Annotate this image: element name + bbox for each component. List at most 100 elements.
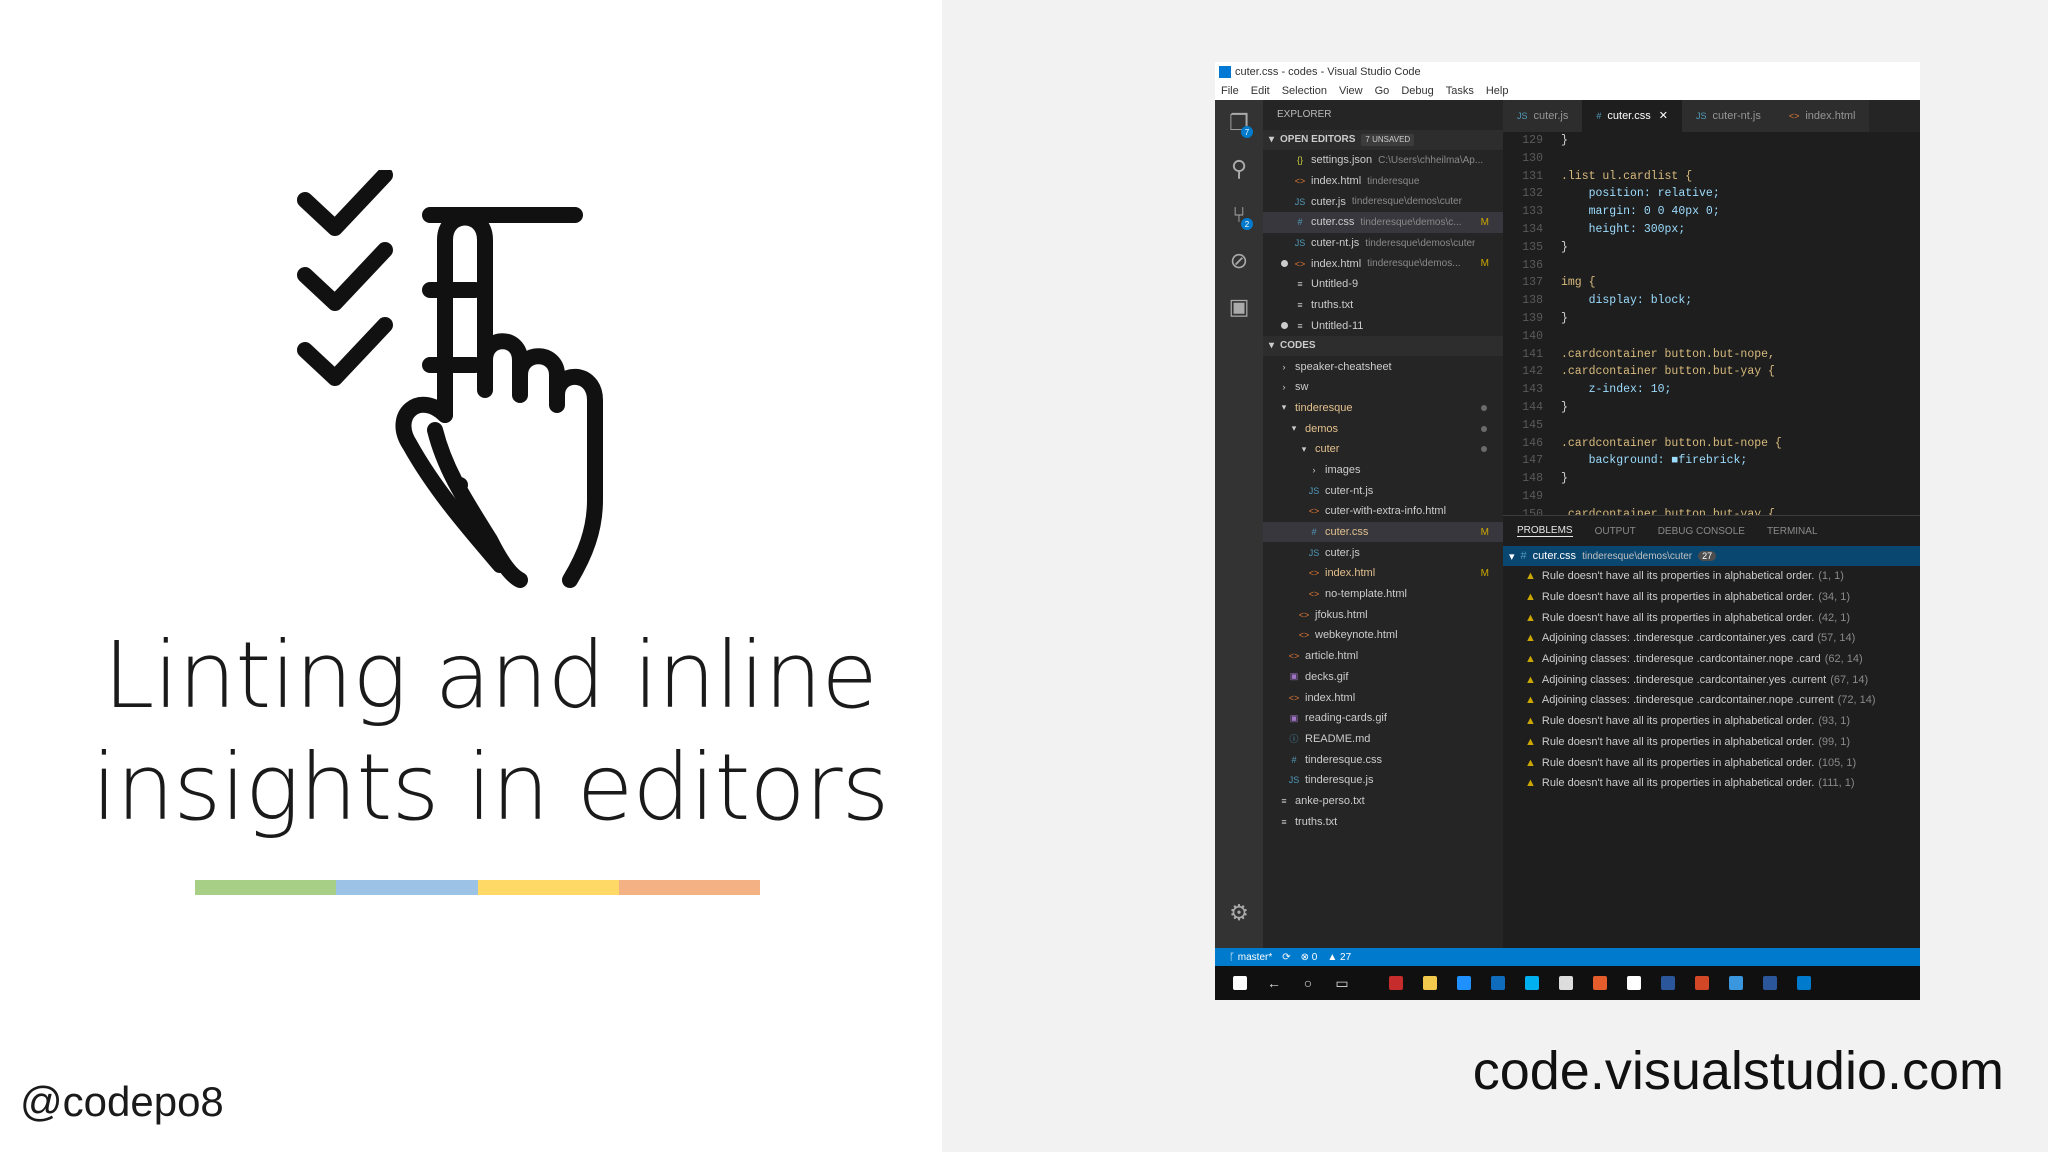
file-type-icon: # <box>1297 217 1303 228</box>
tree-item[interactable]: ▾ demos <box>1263 418 1503 439</box>
line-text: margin: 0 0 40px 0; <box>1561 205 1720 219</box>
file-name: sw <box>1295 381 1309 394</box>
tree-item[interactable]: JS tinderesque.js <box>1263 770 1503 791</box>
windows-start-icon[interactable] <box>1223 966 1257 1000</box>
app-icon-2[interactable] <box>1549 966 1583 1000</box>
app-icon-3[interactable] <box>1583 966 1617 1000</box>
menu-selection[interactable]: Selection <box>1282 85 1327 97</box>
tree-item[interactable]: <> webkeynote.html <box>1263 625 1503 646</box>
twitter-handle: @codepo8 <box>20 1078 224 1125</box>
tree-item[interactable]: JS cuter-nt.js <box>1263 480 1503 501</box>
tree-item[interactable]: <> index.html M <box>1263 563 1503 584</box>
editor-tab[interactable]: # cuter.css ✕ <box>1582 100 1683 132</box>
open-editor-item[interactable]: ≡ truths.txt <box>1263 295 1503 316</box>
tree-item[interactable]: <> jfokus.html <box>1263 604 1503 625</box>
codes-folder-header[interactable]: ▾ CODES <box>1263 336 1503 357</box>
app-icon-1[interactable] <box>1379 966 1413 1000</box>
problem-file-row[interactable]: ▾ # cuter.css tinderesque\demos\cuter 27 <box>1503 546 1920 566</box>
menu-view[interactable]: View <box>1339 85 1363 97</box>
problem-item[interactable]: ▲ Adjoining classes: .tinderesque .cardco… <box>1503 649 1920 670</box>
menu-debug[interactable]: Debug <box>1401 85 1433 97</box>
open-editor-item[interactable]: <> index.html tinderesque\demos... M <box>1263 253 1503 274</box>
branch-icon: ᚴ <box>1229 951 1238 963</box>
tree-item[interactable]: # cuter.css M <box>1263 521 1503 543</box>
open-editor-item[interactable]: <> index.html tinderesque <box>1263 171 1503 192</box>
file-type-icon: ≡ <box>1297 320 1303 331</box>
activity-files[interactable]: ❐ 7 <box>1215 100 1263 146</box>
tree-item[interactable]: ≡ anke-perso.txt <box>1263 791 1503 812</box>
explorer-icon[interactable] <box>1413 966 1447 1000</box>
tree-item[interactable]: ▾ cuter <box>1263 439 1503 460</box>
tree-item[interactable]: ▣ reading-cards.gif <box>1263 708 1503 729</box>
problem-item[interactable]: ▲ Rule doesn't have all its properties in… <box>1503 732 1920 753</box>
problem-item[interactable]: ▲ Adjoining classes: .tinderesque .cardco… <box>1503 628 1920 649</box>
tree-item[interactable]: # tinderesque.css <box>1263 749 1503 770</box>
cortana-icon[interactable]: ○ <box>1291 966 1325 1000</box>
open-editor-item[interactable]: # cuter.css tinderesque\demos\c... M <box>1263 212 1503 233</box>
warning-count[interactable]: ▲ 27 <box>1327 952 1351 963</box>
branch-status[interactable]: ᚴ master* <box>1229 952 1272 963</box>
problem-item[interactable]: ▲ Rule doesn't have all its properties in… <box>1503 607 1920 628</box>
panel-tab-output[interactable]: OUTPUT <box>1595 526 1636 537</box>
line-number: 136 <box>1522 258 1543 272</box>
open-editor-item[interactable]: JS cuter-nt.js tinderesque\demos\cuter <box>1263 233 1503 254</box>
problem-item[interactable]: ▲ Rule doesn't have all its properties in… <box>1503 587 1920 608</box>
open-editor-item[interactable]: {} settings.json C:\Users\chheilma\Ap... <box>1263 150 1503 171</box>
outlook-icon[interactable] <box>1481 966 1515 1000</box>
problem-item[interactable]: ▲ Adjoining classes: .tinderesque .cardco… <box>1503 669 1920 690</box>
problem-item[interactable]: ▲ Rule doesn't have all its properties in… <box>1503 773 1920 794</box>
editor-tab[interactable]: <> index.html <box>1774 100 1870 132</box>
open-editor-item[interactable]: JS cuter.js tinderesque\demos\cuter <box>1263 191 1503 212</box>
tree-item[interactable]: JS cuter.js <box>1263 542 1503 563</box>
editor-tab[interactable]: JS cuter-nt.js <box>1682 100 1775 132</box>
app-icon-6[interactable] <box>1719 966 1753 1000</box>
app-icon-4[interactable] <box>1617 966 1651 1000</box>
panel-tab-debug-console[interactable]: DEBUG CONSOLE <box>1658 526 1745 537</box>
task-view-icon[interactable]: ▭ <box>1325 966 1359 1000</box>
tree-item[interactable]: ≡ truths.txt <box>1263 811 1503 832</box>
panel-tab-problems[interactable]: PROBLEMS <box>1517 525 1573 537</box>
app-icon-5[interactable] <box>1651 966 1685 1000</box>
problem-item[interactable]: ▲ Adjoining classes: .tinderesque .cardco… <box>1503 690 1920 711</box>
problem-item[interactable]: ▲ Rule doesn't have all its properties in… <box>1503 752 1920 773</box>
powerpoint-icon[interactable] <box>1685 966 1719 1000</box>
tree-item[interactable]: <> index.html <box>1263 687 1503 708</box>
tree-item[interactable]: <> cuter-with-extra-info.html <box>1263 501 1503 522</box>
file-type-icon: <> <box>1288 651 1300 662</box>
open-editor-item[interactable]: ≡ Untitled-11 <box>1263 316 1503 337</box>
tree-item[interactable]: <> article.html <box>1263 646 1503 667</box>
menu-help[interactable]: Help <box>1486 85 1509 97</box>
activity-debug[interactable]: ⊘ <box>1215 238 1263 284</box>
back-icon[interactable]: ← <box>1257 966 1291 1000</box>
vscode-taskbar-icon[interactable] <box>1787 966 1821 1000</box>
code-editor[interactable]: 129} 130 131 .list ul.cardlist {132 positio… <box>1503 132 1920 515</box>
tree-item[interactable]: ▾ tinderesque <box>1263 398 1503 419</box>
close-icon[interactable]: ✕ <box>1659 110 1668 122</box>
word-icon[interactable] <box>1753 966 1787 1000</box>
skype-icon[interactable] <box>1515 966 1549 1000</box>
tree-item[interactable]: › speaker-cheatsheet <box>1263 356 1503 377</box>
activity-search[interactable]: ⚲ <box>1215 146 1263 192</box>
error-count[interactable]: ⊗ 0 <box>1301 952 1318 963</box>
panel-tab-terminal[interactable]: TERMINAL <box>1767 526 1818 537</box>
tree-item[interactable]: <> no-template.html <box>1263 584 1503 605</box>
tree-item[interactable]: › sw <box>1263 377 1503 398</box>
menu-edit[interactable]: Edit <box>1251 85 1270 97</box>
problem-item[interactable]: ▲ Rule doesn't have all its properties in… <box>1503 566 1920 587</box>
activity-source-control[interactable]: ⑂ 2 <box>1215 192 1263 238</box>
open-editor-item[interactable]: ≡ Untitled-9 <box>1263 274 1503 295</box>
activity-extensions[interactable]: ▣ <box>1215 284 1263 330</box>
menu-go[interactable]: Go <box>1375 85 1390 97</box>
problem-item[interactable]: ▲ Rule doesn't have all its properties in… <box>1503 711 1920 732</box>
edge-icon[interactable] <box>1447 966 1481 1000</box>
problem-location: (62, 14) <box>1824 653 1863 666</box>
tree-item[interactable]: › images <box>1263 460 1503 481</box>
editor-tab[interactable]: JS cuter.js <box>1503 100 1583 132</box>
tree-item[interactable]: ⓘ README.md <box>1263 729 1503 750</box>
sync-icon[interactable]: ⟳ <box>1282 952 1290 963</box>
tree-item[interactable]: ▣ decks.gif <box>1263 667 1503 688</box>
manage-button[interactable]: ⚙ <box>1215 890 1263 936</box>
open-editors-header[interactable]: ▾ OPEN EDITORS 7 UNSAVED <box>1263 130 1503 150</box>
menu-tasks[interactable]: Tasks <box>1446 85 1474 97</box>
menu-file[interactable]: File <box>1221 85 1239 97</box>
